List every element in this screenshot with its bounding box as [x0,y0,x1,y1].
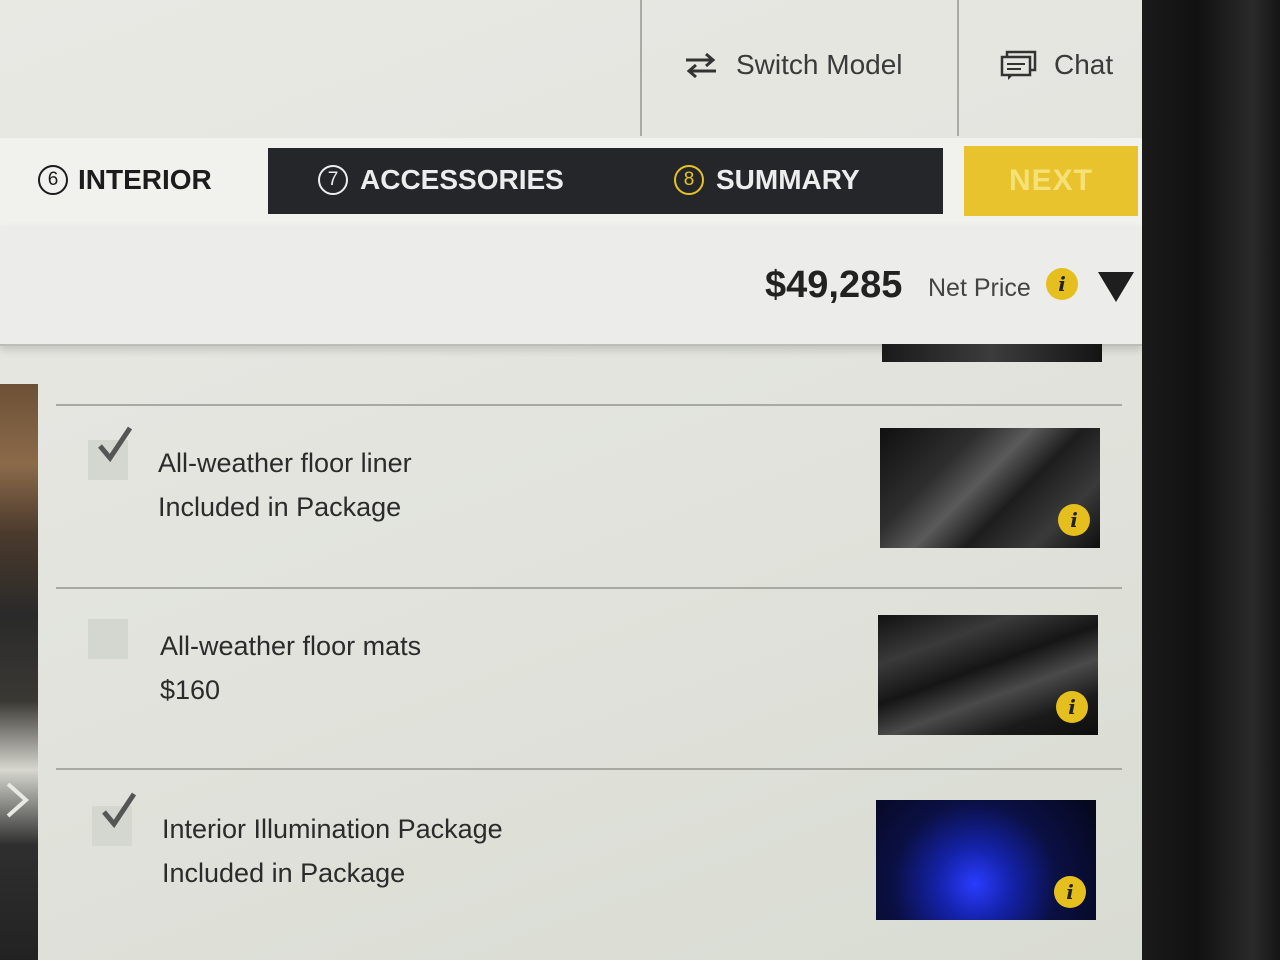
header-divider [957,0,959,136]
item-thumbnail[interactable]: i [876,800,1096,920]
chat-button[interactable]: Chat [1000,40,1113,90]
top-header: Switch Model Chat [0,0,1142,138]
switch-model-label: Switch Model [736,49,903,80]
header-divider [640,0,642,136]
caret-down-icon[interactable] [1098,272,1134,302]
previous-item-thumbnail[interactable] [882,344,1102,362]
info-icon[interactable]: i [1046,268,1078,300]
step-summary[interactable]: 8 SUMMARY [674,164,860,196]
item-thumbnail[interactable]: i [880,428,1100,548]
step-navigation: 6 INTERIOR 7 ACCESSORIES 8 SUMMARY NEXT [0,138,1142,226]
list-item: All-weather floor mats $160 i [0,589,1142,769]
step-number: 7 [318,165,348,195]
list-item: All-weather floor liner Included in Pack… [0,406,1142,586]
list-item: Interior Illumination Package Included i… [0,770,1142,950]
checkmark-icon [98,426,133,463]
info-icon[interactable]: i [1056,691,1088,723]
item-name: All-weather floor liner [158,448,412,478]
item-checkbox[interactable] [88,426,133,480]
switch-arrows-icon [682,50,720,80]
item-detail: $160 [160,675,221,705]
item-name: Interior Illumination Package [162,814,503,844]
step-label: ACCESSORIES [360,164,564,195]
item-thumbnail[interactable]: i [878,615,1098,735]
net-price-amount: $49,285 [765,264,903,306]
info-icon[interactable]: i [1054,876,1086,908]
item-checkbox[interactable] [92,792,137,846]
monitor-bezel [1142,0,1280,960]
net-price-label: Net Price [928,274,1031,302]
step-interior[interactable]: 6 INTERIOR [38,164,212,196]
chat-label: Chat [1054,49,1114,80]
configurator-screen: Switch Model Chat 6 INTERIOR 7 ACCESSORI… [0,0,1142,960]
step-label: SUMMARY [716,164,860,195]
price-summary-bar: $49,285 Net Price i [0,226,1142,346]
switch-model-button[interactable]: Switch Model [682,40,903,90]
checkmark-icon [102,792,137,829]
chat-icon [1000,49,1038,81]
item-checkbox[interactable] [88,619,128,659]
item-detail: Included in Package [158,492,402,522]
item-name: All-weather floor mats [160,631,422,661]
upcoming-steps: 7 ACCESSORIES 8 SUMMARY [268,148,943,214]
step-number: 6 [38,165,68,195]
info-icon[interactable]: i [1058,504,1090,536]
item-detail: Included in Package [162,858,406,888]
step-label: INTERIOR [78,164,212,195]
next-button[interactable]: NEXT [964,146,1138,216]
step-accessories[interactable]: 7 ACCESSORIES [318,164,564,196]
step-number: 8 [674,165,704,195]
